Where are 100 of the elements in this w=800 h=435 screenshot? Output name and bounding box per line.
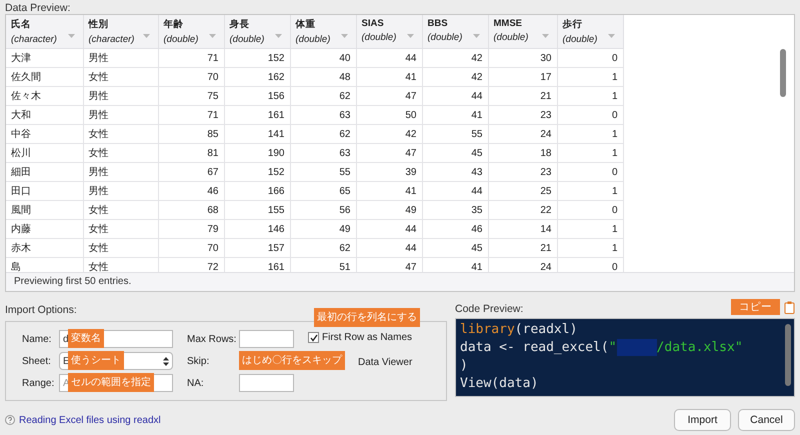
input-field[interactable]: d 変数名 bbox=[59, 330, 173, 348]
table-cell: 71 bbox=[158, 106, 224, 124]
column-header[interactable]: MMSE (double) bbox=[488, 15, 557, 48]
column-header[interactable]: 年齢 (double) bbox=[158, 15, 224, 48]
sort-icon bbox=[340, 34, 348, 38]
table-cell: 47 bbox=[356, 144, 422, 162]
table-cell: 156 bbox=[224, 86, 290, 106]
table-cell: 152 bbox=[224, 48, 290, 68]
callout-tooltip: コピー bbox=[731, 299, 780, 315]
table-cell: 71 bbox=[158, 48, 224, 68]
table-cell: 男性 bbox=[83, 48, 158, 68]
column-header[interactable]: 身長 (double) bbox=[224, 15, 290, 48]
table-cell: 50 bbox=[356, 106, 422, 124]
input-field[interactable] bbox=[239, 374, 294, 392]
table-cell: 63 bbox=[290, 144, 356, 162]
input-field[interactable] bbox=[239, 330, 294, 348]
table-cell: 女性 bbox=[83, 238, 158, 258]
help-link[interactable]: Reading Excel files using readxl bbox=[19, 414, 161, 426]
table-cell: 1 bbox=[557, 124, 623, 144]
table-cell: 赤木 bbox=[6, 238, 83, 258]
table-cell: 190 bbox=[224, 144, 290, 162]
table-cell: 0 bbox=[557, 200, 623, 220]
table-cell: 70 bbox=[158, 238, 224, 258]
table-cell: 155 bbox=[224, 200, 290, 220]
table-cell: 0 bbox=[557, 162, 623, 182]
table-cell: 44 bbox=[422, 86, 488, 106]
checkbox-label: First Row as Names bbox=[322, 332, 412, 343]
sort-icon bbox=[68, 34, 74, 38]
column-header[interactable]: 性別 (character) bbox=[83, 15, 158, 48]
code-line: ) bbox=[460, 357, 469, 376]
table-cell: 男性 bbox=[83, 106, 158, 124]
table-cell: 女性 bbox=[83, 200, 158, 220]
table-cell: 1 bbox=[557, 86, 623, 106]
section-label: Data Preview: bbox=[5, 2, 72, 14]
code-editor[interactable]: library(readxl) data <- read_excel(" /data.xlsx" ) View(data) bbox=[455, 318, 795, 397]
table-cell: 55 bbox=[290, 162, 356, 182]
table-cell: 47 bbox=[356, 86, 422, 106]
table-cell: 30 bbox=[488, 48, 557, 68]
column-header[interactable]: 歩行 (double) bbox=[557, 15, 623, 48]
table-cell: 21 bbox=[488, 238, 557, 258]
sort-icon bbox=[274, 34, 282, 38]
table-cell: 17 bbox=[488, 68, 557, 86]
table-cell: 45 bbox=[422, 238, 488, 258]
dialog-button[interactable]: Cancel bbox=[738, 409, 795, 431]
checkbox-label: Data Viewer bbox=[358, 357, 412, 368]
field-label: Sheet: bbox=[22, 356, 52, 366]
table-cell: 70 bbox=[158, 68, 224, 86]
callout-tooltip: 最初の行を列名にする bbox=[314, 308, 420, 327]
column-header[interactable]: 氏名 (character) bbox=[6, 15, 83, 48]
table-cell: 40 bbox=[290, 48, 356, 68]
table-cell: 22 bbox=[488, 200, 557, 220]
table-cell: 0 bbox=[557, 106, 623, 124]
table-cell: 44 bbox=[422, 182, 488, 200]
preview-footer: Previewing first 50 entries. bbox=[6, 272, 794, 291]
section-label: Import Options: bbox=[5, 304, 78, 316]
column-header[interactable]: SIAS (double) bbox=[356, 15, 422, 48]
table-cell: 佐久間 bbox=[6, 68, 83, 86]
clipboard-icon bbox=[784, 300, 795, 314]
table-cell: 49 bbox=[290, 220, 356, 238]
checkbox[interactable] bbox=[308, 332, 319, 343]
table-cell: 162 bbox=[224, 68, 290, 86]
table-cell: 男性 bbox=[83, 182, 158, 200]
table-cell: 24 bbox=[488, 124, 557, 144]
table-cell: 41 bbox=[356, 68, 422, 86]
table-cell: 48 bbox=[290, 68, 356, 86]
code-line: library(readxl) bbox=[460, 321, 578, 339]
table-cell: 女性 bbox=[83, 220, 158, 238]
table-cell: 男性 bbox=[83, 162, 158, 182]
table-cell: 63 bbox=[290, 106, 356, 124]
table-cell: 内藤 bbox=[6, 220, 83, 238]
sort-icon bbox=[472, 34, 480, 38]
table-cell: 161 bbox=[224, 106, 290, 124]
table-cell: 23 bbox=[488, 106, 557, 124]
table-cell: 1 bbox=[557, 68, 623, 86]
table-cell: 166 bbox=[224, 182, 290, 200]
table-cell: 67 bbox=[158, 162, 224, 182]
table-cell: 146 bbox=[224, 220, 290, 238]
table-cell: 1 bbox=[557, 182, 623, 200]
column-header[interactable]: BBS (double) bbox=[422, 15, 488, 48]
table-cell: 41 bbox=[356, 182, 422, 200]
code-line: data <- read_excel(" /data.xlsx" bbox=[460, 339, 744, 358]
table-cell: 46 bbox=[422, 220, 488, 238]
table-cell: 62 bbox=[290, 124, 356, 144]
table-cell: 14 bbox=[488, 220, 557, 238]
section-label: Code Preview: bbox=[455, 303, 524, 315]
table-cell: 79 bbox=[158, 220, 224, 238]
sort-icon bbox=[142, 34, 150, 38]
table-cell: 0 bbox=[557, 48, 623, 68]
table-cell: 風間 bbox=[6, 200, 83, 220]
sort-icon bbox=[406, 34, 414, 38]
column-header[interactable]: 体重 (double) bbox=[290, 15, 356, 48]
dialog-button[interactable]: Import bbox=[674, 409, 731, 431]
table-cell: 1 bbox=[557, 220, 623, 238]
scrollbar[interactable] bbox=[785, 324, 791, 386]
table-cell: 42 bbox=[422, 68, 488, 86]
table-cell: 81 bbox=[158, 144, 224, 162]
table-cell: 45 bbox=[422, 144, 488, 162]
table-cell: 65 bbox=[290, 182, 356, 200]
scrollbar[interactable] bbox=[780, 49, 786, 97]
table-cell: 21 bbox=[488, 86, 557, 106]
